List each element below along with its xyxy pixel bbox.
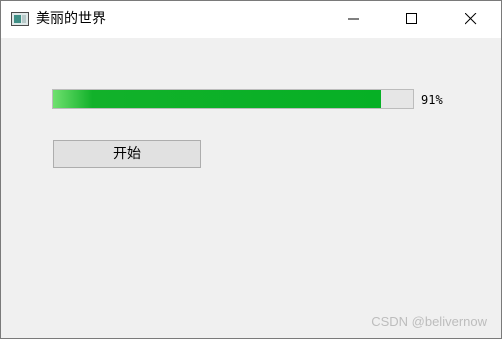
minimize-icon xyxy=(348,18,359,20)
maximize-button[interactable] xyxy=(389,1,435,38)
progress-bar-fill xyxy=(53,90,381,108)
title-bar[interactable]: 美丽的世界 xyxy=(1,1,501,38)
app-window-icon xyxy=(11,12,29,26)
start-button[interactable]: 开始 xyxy=(53,140,201,168)
app-window: 美丽的世界 91% 开始 CSDN @belivernow xyxy=(0,0,502,339)
minimize-button[interactable] xyxy=(331,1,377,38)
progress-percent-label: 91% xyxy=(421,93,443,107)
window-title: 美丽的世界 xyxy=(36,11,106,27)
progress-bar xyxy=(52,89,414,109)
watermark-text: CSDN @belivernow xyxy=(371,314,487,329)
close-icon xyxy=(465,13,477,25)
maximize-icon xyxy=(406,13,417,24)
close-button[interactable] xyxy=(448,1,494,38)
